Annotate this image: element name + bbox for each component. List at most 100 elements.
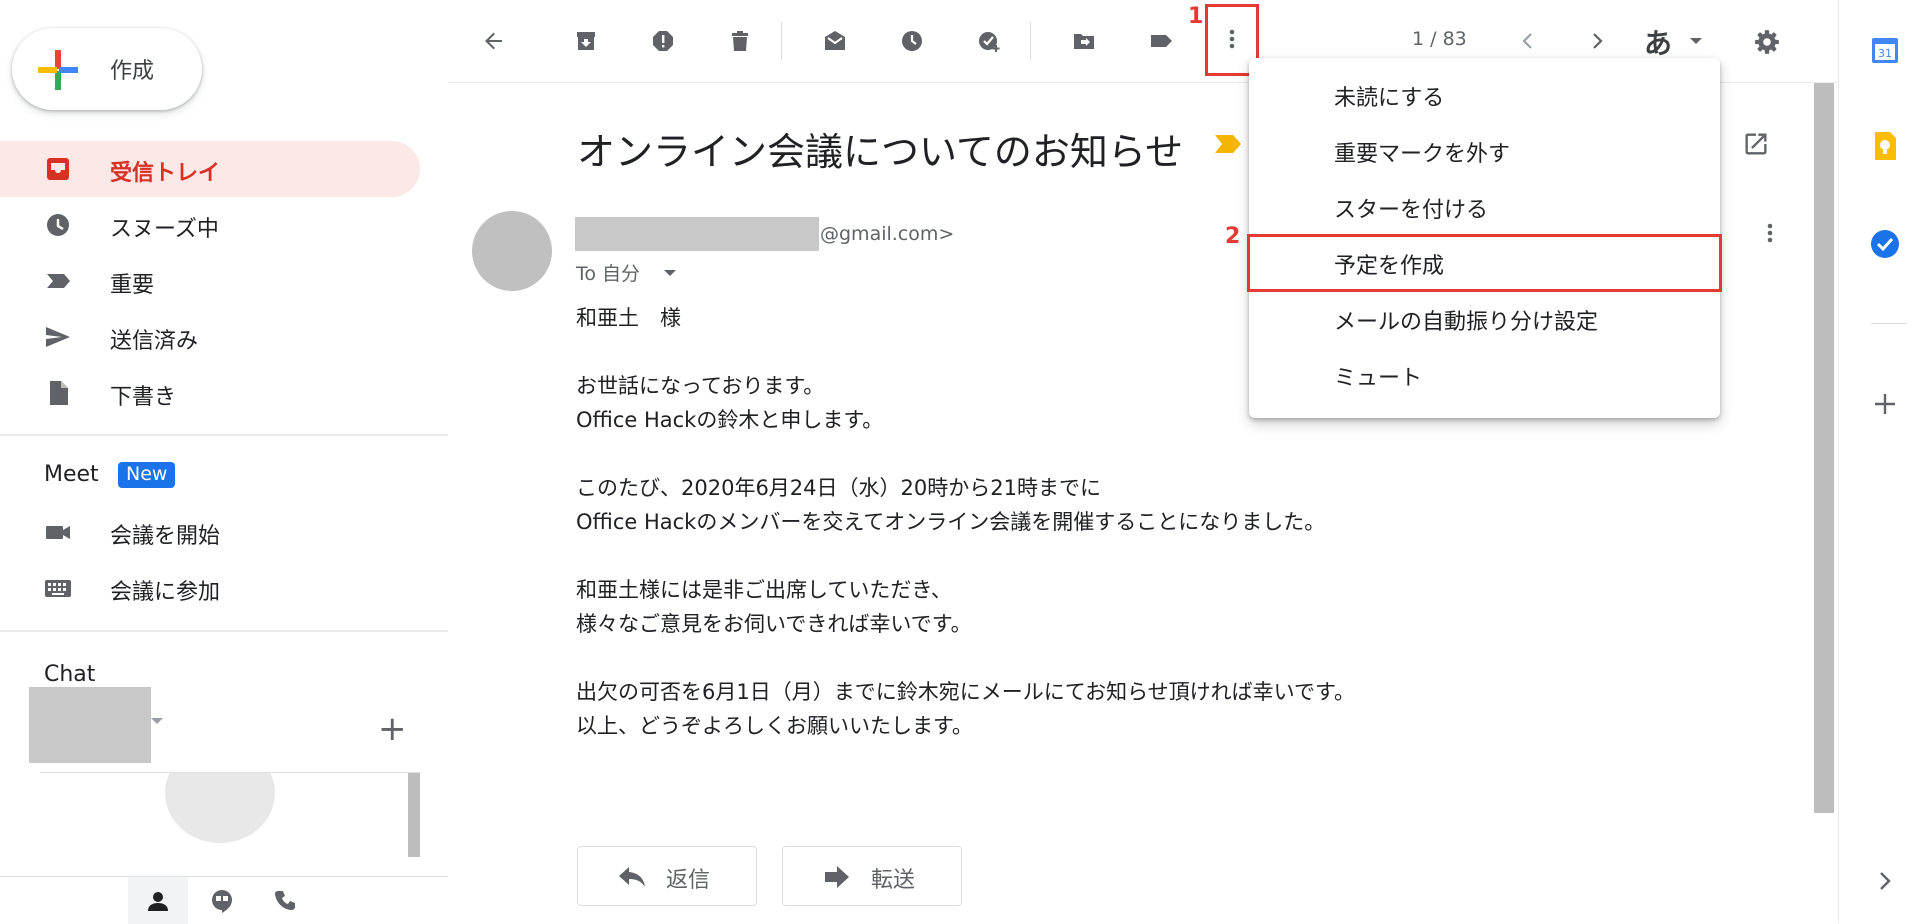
new-badge: New <box>118 462 176 488</box>
report-spam-icon <box>653 31 673 51</box>
left-sidebar: 作成 受信トレイ スヌーズ中 重要 送信済み 下書き Meet New 会議を開… <box>0 0 448 924</box>
sidebar-divider <box>0 434 448 436</box>
menu-item-remove-important[interactable]: 重要マークを外す <box>1249 124 1720 180</box>
mark-unread-icon <box>825 31 845 50</box>
send-icon <box>46 327 70 347</box>
hangouts-tab[interactable] <box>192 877 252 924</box>
sidebar-divider <box>0 630 448 632</box>
body-line: 和亜土様には是非ご出席していただき、 <box>576 578 952 602</box>
contacts-tab[interactable] <box>128 877 188 924</box>
chevron-down-icon[interactable] <box>664 269 676 277</box>
message-scrollbar[interactable] <box>1814 83 1834 813</box>
menu-item-mute[interactable]: ミュート <box>1249 348 1720 404</box>
open-in-new-window-icon[interactable] <box>1742 130 1770 158</box>
snooze-button[interactable] <box>891 20 933 62</box>
add-task-icon <box>979 32 1000 52</box>
meet-join-meeting[interactable]: 会議に参加 <box>0 560 420 616</box>
newer-button[interactable] <box>1507 20 1549 62</box>
more-options-menu: 未読にする 重要マークを外す スターを付ける 予定を作成 2 メールの自動振り分… <box>1225 58 1722 418</box>
menu-item-add-star[interactable]: スターを付ける <box>1249 180 1720 236</box>
meet-item-label: 会議を開始 <box>110 524 221 549</box>
menu-item-label: スターを付ける <box>1334 198 1489 223</box>
gear-icon <box>1755 30 1779 54</box>
sidebar-item-important[interactable]: 重要 <box>0 253 420 309</box>
back-button[interactable] <box>473 20 515 62</box>
compose-label: 作成 <box>110 59 155 84</box>
sidebar-item-sent[interactable]: 送信済み <box>0 309 420 365</box>
meet-section-title: Meet <box>44 462 99 487</box>
reply-icon <box>619 867 645 887</box>
settings-button[interactable] <box>1745 20 1787 62</box>
chevron-down-icon[interactable] <box>1689 36 1703 46</box>
page-count: 1 / 83 <box>1412 28 1467 50</box>
svg-text:31: 31 <box>1878 47 1892 60</box>
add-addon-icon[interactable] <box>1869 388 1901 420</box>
compose-plus-icon <box>38 50 78 90</box>
chat-scrollbar[interactable] <box>408 773 420 857</box>
label-icon <box>1151 35 1172 47</box>
meet-item-label: 会議に参加 <box>110 580 221 605</box>
sidebar-item-drafts[interactable]: 下書き <box>0 365 420 421</box>
menu-item-label: 未読にする <box>1334 86 1445 111</box>
more-vert-icon <box>1229 29 1235 49</box>
important-label-icon <box>47 274 70 288</box>
sender-avatar[interactable] <box>472 211 552 291</box>
input-tools-button[interactable]: あ <box>1644 22 1672 62</box>
sidebar-item-snoozed[interactable]: スヌーズ中 <box>0 197 420 253</box>
forward-icon <box>825 866 849 888</box>
compose-button[interactable]: 作成 <box>12 28 202 110</box>
more-vert-icon[interactable] <box>1758 221 1782 245</box>
sidebar-item-inbox[interactable]: 受信トレイ <box>0 141 420 197</box>
annotation-step-2: 2 <box>1225 224 1241 249</box>
meet-start-meeting[interactable]: 会議を開始 <box>0 504 420 560</box>
archive-button[interactable] <box>565 20 607 62</box>
body-line: 出欠の可否を6月1日（月）までに鈴木宛にメールにてお知らせ頂ければ幸いです。 <box>576 680 1355 704</box>
phone-tab[interactable] <box>256 877 316 924</box>
chevron-right-icon[interactable] <box>1869 865 1901 897</box>
chat-section-title: Chat <box>44 662 96 687</box>
menu-item-label: 重要マークを外す <box>1334 142 1511 167</box>
tasks-icon[interactable] <box>1869 228 1901 260</box>
snooze-clock-icon <box>47 214 69 236</box>
rail-divider <box>1871 323 1907 324</box>
calendar-icon[interactable]: 31 <box>1869 34 1901 66</box>
body-line: 様々なご意見をお伺いできれば幸いです。 <box>576 612 972 636</box>
mark-unread-button[interactable] <box>814 20 856 62</box>
move-to-button[interactable] <box>1063 20 1105 62</box>
forward-label: 転送 <box>871 868 916 893</box>
older-button[interactable] <box>1576 20 1618 62</box>
annotation-highlight-box <box>1247 234 1722 292</box>
report-spam-button[interactable] <box>642 20 684 62</box>
important-marker-icon[interactable] <box>1213 133 1243 155</box>
sidebar-item-label: 送信済み <box>110 329 199 354</box>
chat-list-area <box>40 772 420 858</box>
chevron-right-icon <box>1593 33 1603 49</box>
videocam-icon <box>46 526 70 539</box>
side-panel-rail: 31 <box>1838 0 1920 923</box>
sidebar-item-label: 下書き <box>110 385 177 410</box>
labels-button[interactable] <box>1140 20 1182 62</box>
chevron-left-icon <box>1522 33 1532 49</box>
chat-add-button[interactable]: + <box>378 712 407 746</box>
recipient-line[interactable]: To 自分 <box>576 259 640 286</box>
hangouts-icon <box>212 890 232 913</box>
menu-item-mark-unread[interactable]: 未読にする <box>1249 68 1720 124</box>
reply-button[interactable]: 返信 <box>577 846 757 906</box>
delete-button[interactable] <box>719 20 761 62</box>
arrow-back-icon <box>485 32 502 50</box>
chevron-down-icon[interactable] <box>150 716 164 726</box>
body-line: 以上、どうぞよろしくお願いいたします。 <box>576 714 973 738</box>
archive-icon <box>577 32 595 50</box>
chat-placeholder-bubble-icon <box>165 773 275 843</box>
add-to-tasks-button[interactable] <box>968 20 1010 62</box>
message-subject: オンライン会議についてのお知らせ <box>577 130 1184 174</box>
keep-icon[interactable] <box>1869 130 1901 162</box>
reply-label: 返信 <box>666 868 711 893</box>
chat-user-avatar-redacted[interactable] <box>29 687 151 763</box>
bottom-tabs <box>0 876 448 924</box>
move-to-folder-icon <box>1074 34 1094 49</box>
forward-button[interactable]: 転送 <box>782 846 962 906</box>
menu-item-filter-messages[interactable]: メールの自動振り分け設定 <box>1249 292 1720 348</box>
body-line <box>576 437 1476 471</box>
person-icon <box>148 892 168 911</box>
